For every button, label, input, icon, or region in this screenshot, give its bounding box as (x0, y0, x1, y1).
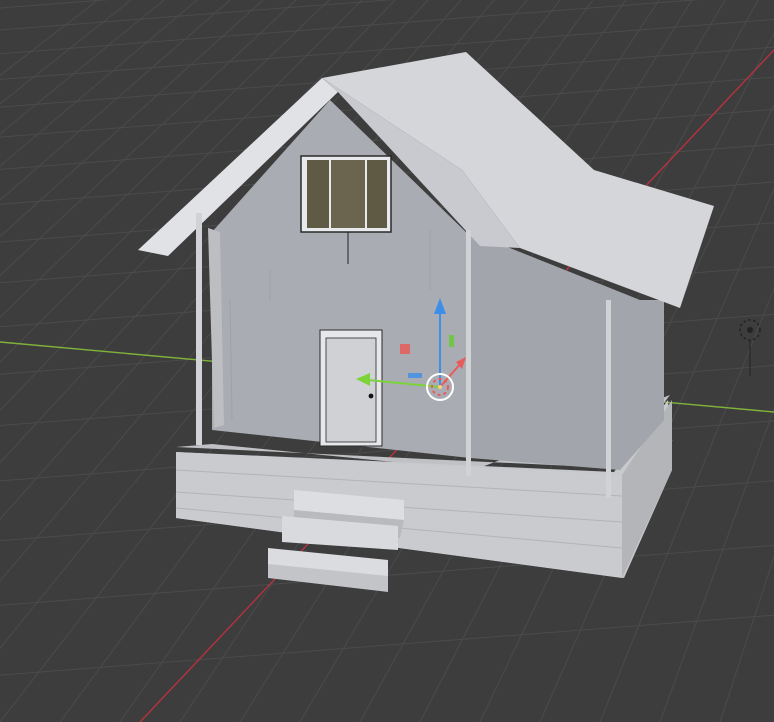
porch-post-left (196, 213, 202, 445)
object-origin-dot (438, 385, 442, 389)
plane-handle-green[interactable] (449, 335, 454, 347)
window-glass-center (331, 160, 365, 228)
viewport-canvas[interactable] (0, 0, 774, 722)
plane-handle-blue[interactable] (408, 373, 422, 378)
door-panel (325, 337, 377, 443)
porch-post-center (466, 230, 471, 476)
door-knob (368, 393, 374, 399)
porch-post-right (606, 300, 611, 498)
plane-handle-red[interactable] (400, 344, 410, 354)
window-glass-right (367, 160, 387, 228)
window-glass-left (307, 160, 329, 228)
3d-viewport[interactable] (0, 0, 774, 722)
